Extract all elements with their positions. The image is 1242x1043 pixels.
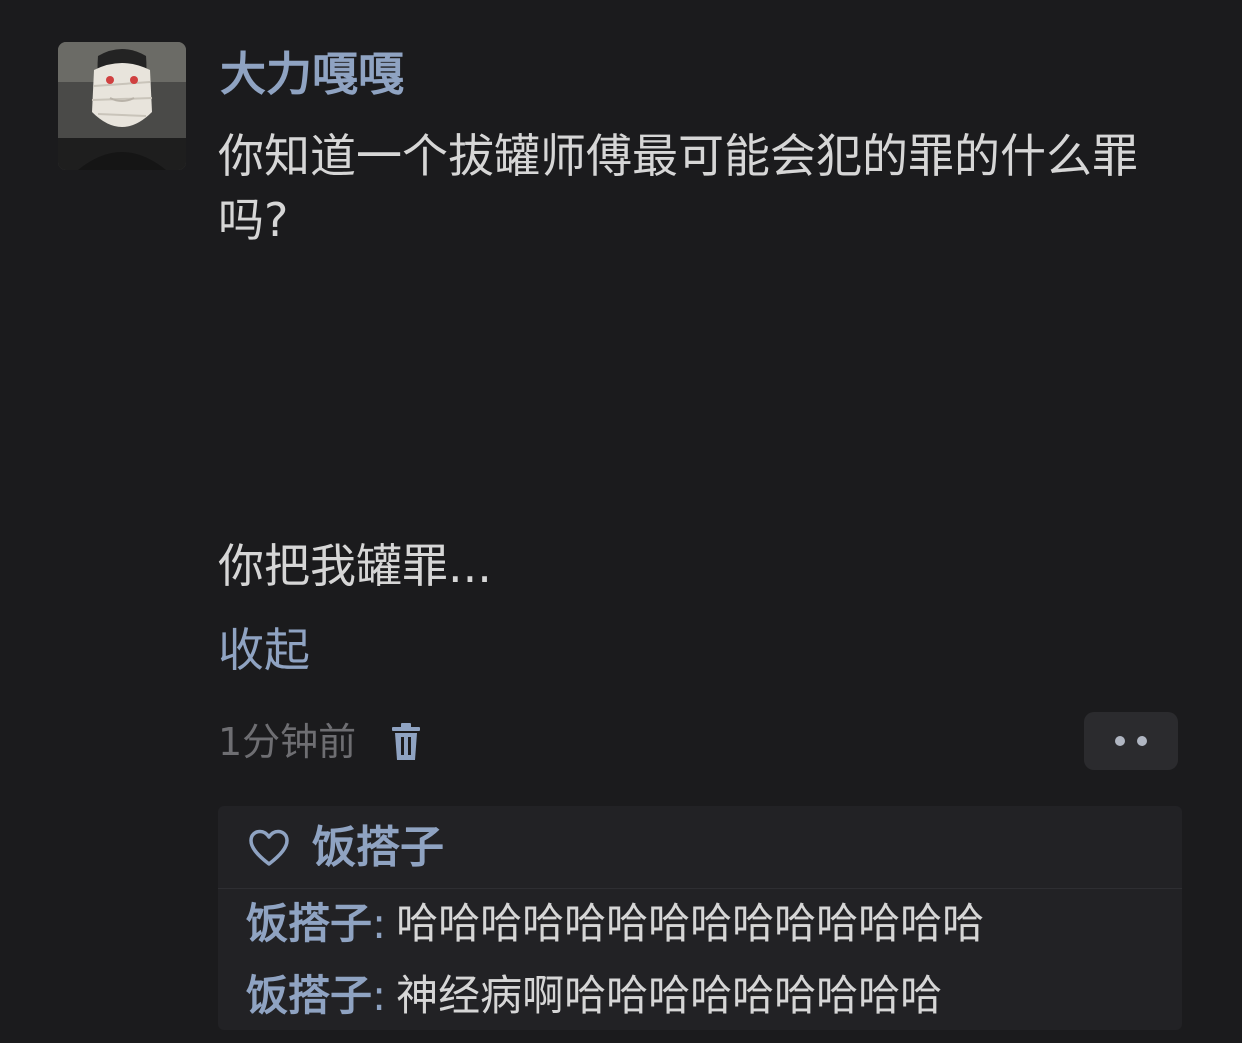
post-punchline: 你把我罐罪... bbox=[218, 539, 492, 593]
comment-text: 哈哈哈哈哈哈哈哈哈哈哈哈哈哈 bbox=[396, 899, 985, 948]
comment-item[interactable]: 饭搭子: 哈哈哈哈哈哈哈哈哈哈哈哈哈哈 bbox=[246, 894, 984, 954]
likes-row: 饭搭子 bbox=[248, 818, 444, 878]
comment-separator: : bbox=[372, 971, 387, 1020]
avatar[interactable] bbox=[58, 42, 186, 170]
trash-icon[interactable] bbox=[390, 722, 422, 762]
heart-icon bbox=[249, 829, 289, 866]
moments-post: 大力嘎嘎 你知道一个拔罐师傅最可能会犯的罪的什么罪吗? 你把我罐罪... 收起 … bbox=[0, 0, 1242, 1043]
avatar-photo bbox=[58, 42, 186, 170]
comment-text: 神经病啊哈哈哈哈哈哈哈哈哈 bbox=[396, 971, 943, 1020]
liker-name[interactable]: 饭搭子 bbox=[312, 818, 444, 878]
comment-author[interactable]: 饭搭子 bbox=[246, 971, 372, 1020]
comment-separator: : bbox=[372, 899, 387, 948]
divider bbox=[218, 888, 1182, 889]
more-options-button[interactable] bbox=[1084, 712, 1178, 770]
post-author-name[interactable]: 大力嘎嘎 bbox=[220, 44, 404, 104]
more-dots-icon bbox=[1137, 736, 1147, 746]
comment-item[interactable]: 饭搭子: 神经病啊哈哈哈哈哈哈哈哈哈 bbox=[246, 966, 942, 1026]
post-text: 你知道一个拔罐师傅最可能会犯的罪的什么罪吗? bbox=[218, 129, 1138, 247]
comment-author[interactable]: 饭搭子 bbox=[246, 899, 372, 948]
interaction-panel: 饭搭子 饭搭子: 哈哈哈哈哈哈哈哈哈哈哈哈哈哈 饭搭子: 神经病啊哈哈哈哈哈哈哈哈哈 bbox=[218, 806, 1182, 1030]
post-timestamp: 1分钟前 bbox=[218, 720, 357, 764]
more-dots-icon bbox=[1115, 736, 1125, 746]
post-meta: 1分钟前 bbox=[218, 712, 422, 772]
collapse-link[interactable]: 收起 bbox=[218, 618, 310, 682]
